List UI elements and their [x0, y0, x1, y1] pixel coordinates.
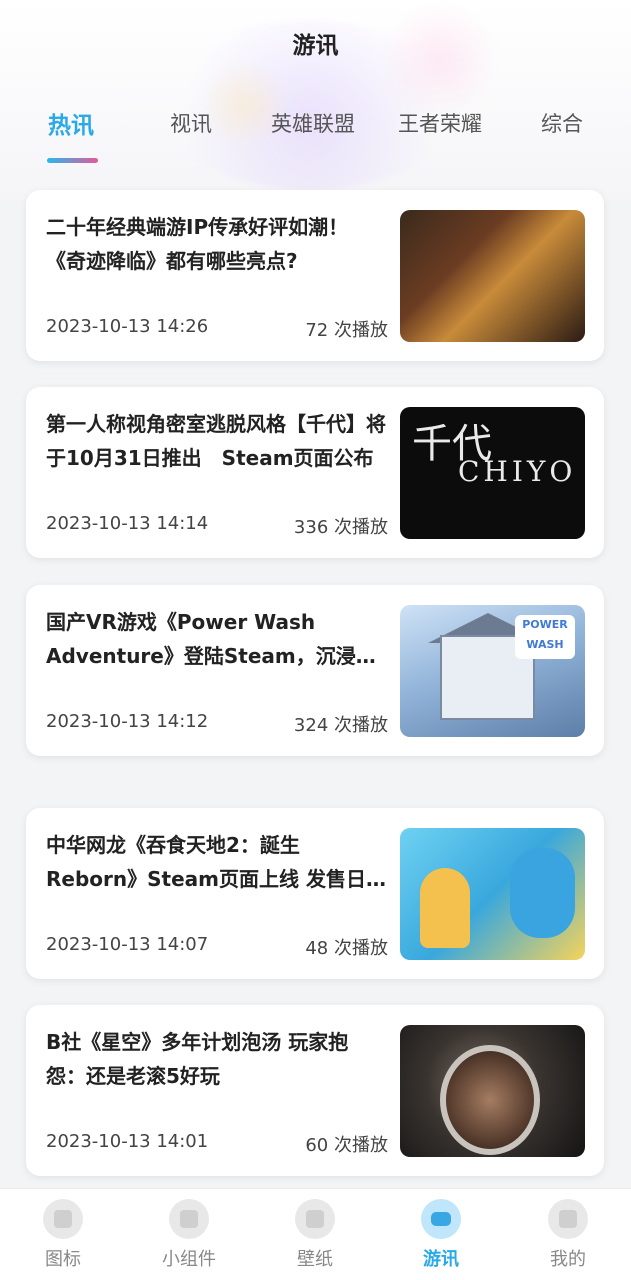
nav-label: 小组件	[162, 1249, 216, 1270]
nav-item-profile[interactable]: 我的	[505, 1189, 631, 1280]
nav-item-widgets[interactable]: 小组件	[126, 1189, 252, 1280]
news-date: 2023-10-13 14:26	[46, 316, 209, 337]
news-title: 国产VR游戏《Power Wash Adventure》登陆Steam，沉浸冲洗…	[46, 610, 376, 668]
character-shape	[510, 848, 575, 938]
tab-honor-of-kings[interactable]: 王者荣耀	[398, 108, 482, 138]
news-thumbnail	[400, 210, 585, 342]
news-card[interactable]: 国产VR游戏《Power Wash Adventure》登陆Steam，沉浸冲洗…	[26, 585, 604, 756]
decor-blob	[380, 0, 500, 120]
news-date: 2023-10-13 14:12	[46, 711, 209, 732]
tab-lol[interactable]: 英雄联盟	[271, 108, 355, 138]
play-count: 324 次播放	[293, 715, 388, 736]
news-card[interactable]: 二十年经典端游IP传承好评如潮！《奇迹降临》都有哪些亮点? 2023-10-13…	[26, 190, 604, 361]
news-date: 2023-10-13 14:14	[46, 513, 209, 534]
tab-video[interactable]: 视讯	[170, 108, 212, 138]
category-tabs: 热讯 视讯 英雄联盟 王者荣耀 综合	[0, 108, 631, 168]
news-title: 二十年经典端游IP传承好评如潮！《奇迹降临》都有哪些亮点?	[46, 215, 349, 273]
news-title: 中华网龙《吞食天地2：誕生Reborn》Steam页面上线 发售日公布	[46, 833, 386, 891]
power-wash-logo: POWER WASH	[515, 615, 575, 659]
news-thumbnail: 千代 CHIYO	[400, 407, 585, 539]
tab-general[interactable]: 综合	[541, 108, 583, 138]
profile-icon	[548, 1199, 588, 1239]
play-count: 336 次播放	[293, 517, 388, 538]
gamepad-icon	[421, 1199, 461, 1239]
news-thumbnail: POWER WASH	[400, 605, 585, 737]
news-date: 2023-10-13 14:07	[46, 934, 209, 955]
news-card[interactable]: 中华网龙《吞食天地2：誕生Reborn》Steam页面上线 发售日公布 2023…	[26, 808, 604, 979]
page-title: 游讯	[292, 33, 339, 59]
bottom-navigation: 图标 小组件 壁纸 游讯 我的	[0, 1188, 631, 1280]
thumbnail-text: CHIYO	[458, 455, 577, 488]
news-card[interactable]: B社《星空》多年计划泡汤 玩家抱怨：还是老滚5好玩 2023-10-13 14:…	[26, 1005, 604, 1176]
play-count: 72 次播放	[305, 320, 388, 341]
nav-item-game-news[interactable]: 游讯	[378, 1189, 504, 1280]
news-title: 第一人称视角密室逃脱风格【千代】将于10月31日推出 Steam页面公布	[46, 412, 386, 470]
news-card[interactable]: 第一人称视角密室逃脱风格【千代】将于10月31日推出 Steam页面公布 202…	[26, 387, 604, 558]
nav-item-icons[interactable]: 图标	[0, 1189, 126, 1280]
nav-label: 我的	[550, 1249, 586, 1270]
nav-label: 图标	[45, 1249, 81, 1270]
play-count: 60 次播放	[305, 1135, 388, 1156]
active-tab-indicator	[47, 158, 98, 163]
icons-icon	[43, 1199, 83, 1239]
nav-label: 游讯	[423, 1249, 459, 1270]
news-title: B社《星空》多年计划泡汤 玩家抱怨：还是老滚5好玩	[46, 1030, 349, 1088]
character-shape	[420, 868, 470, 948]
nav-label: 壁纸	[297, 1249, 333, 1270]
news-thumbnail	[400, 1025, 585, 1157]
wallpaper-icon	[295, 1199, 335, 1239]
tab-hot[interactable]: 热讯	[48, 106, 94, 140]
news-date: 2023-10-13 14:01	[46, 1131, 209, 1152]
play-count: 48 次播放	[305, 938, 388, 959]
news-thumbnail	[400, 828, 585, 960]
astronaut-helmet-shape	[440, 1045, 540, 1155]
widget-icon	[169, 1199, 209, 1239]
nav-item-wallpaper[interactable]: 壁纸	[252, 1189, 378, 1280]
